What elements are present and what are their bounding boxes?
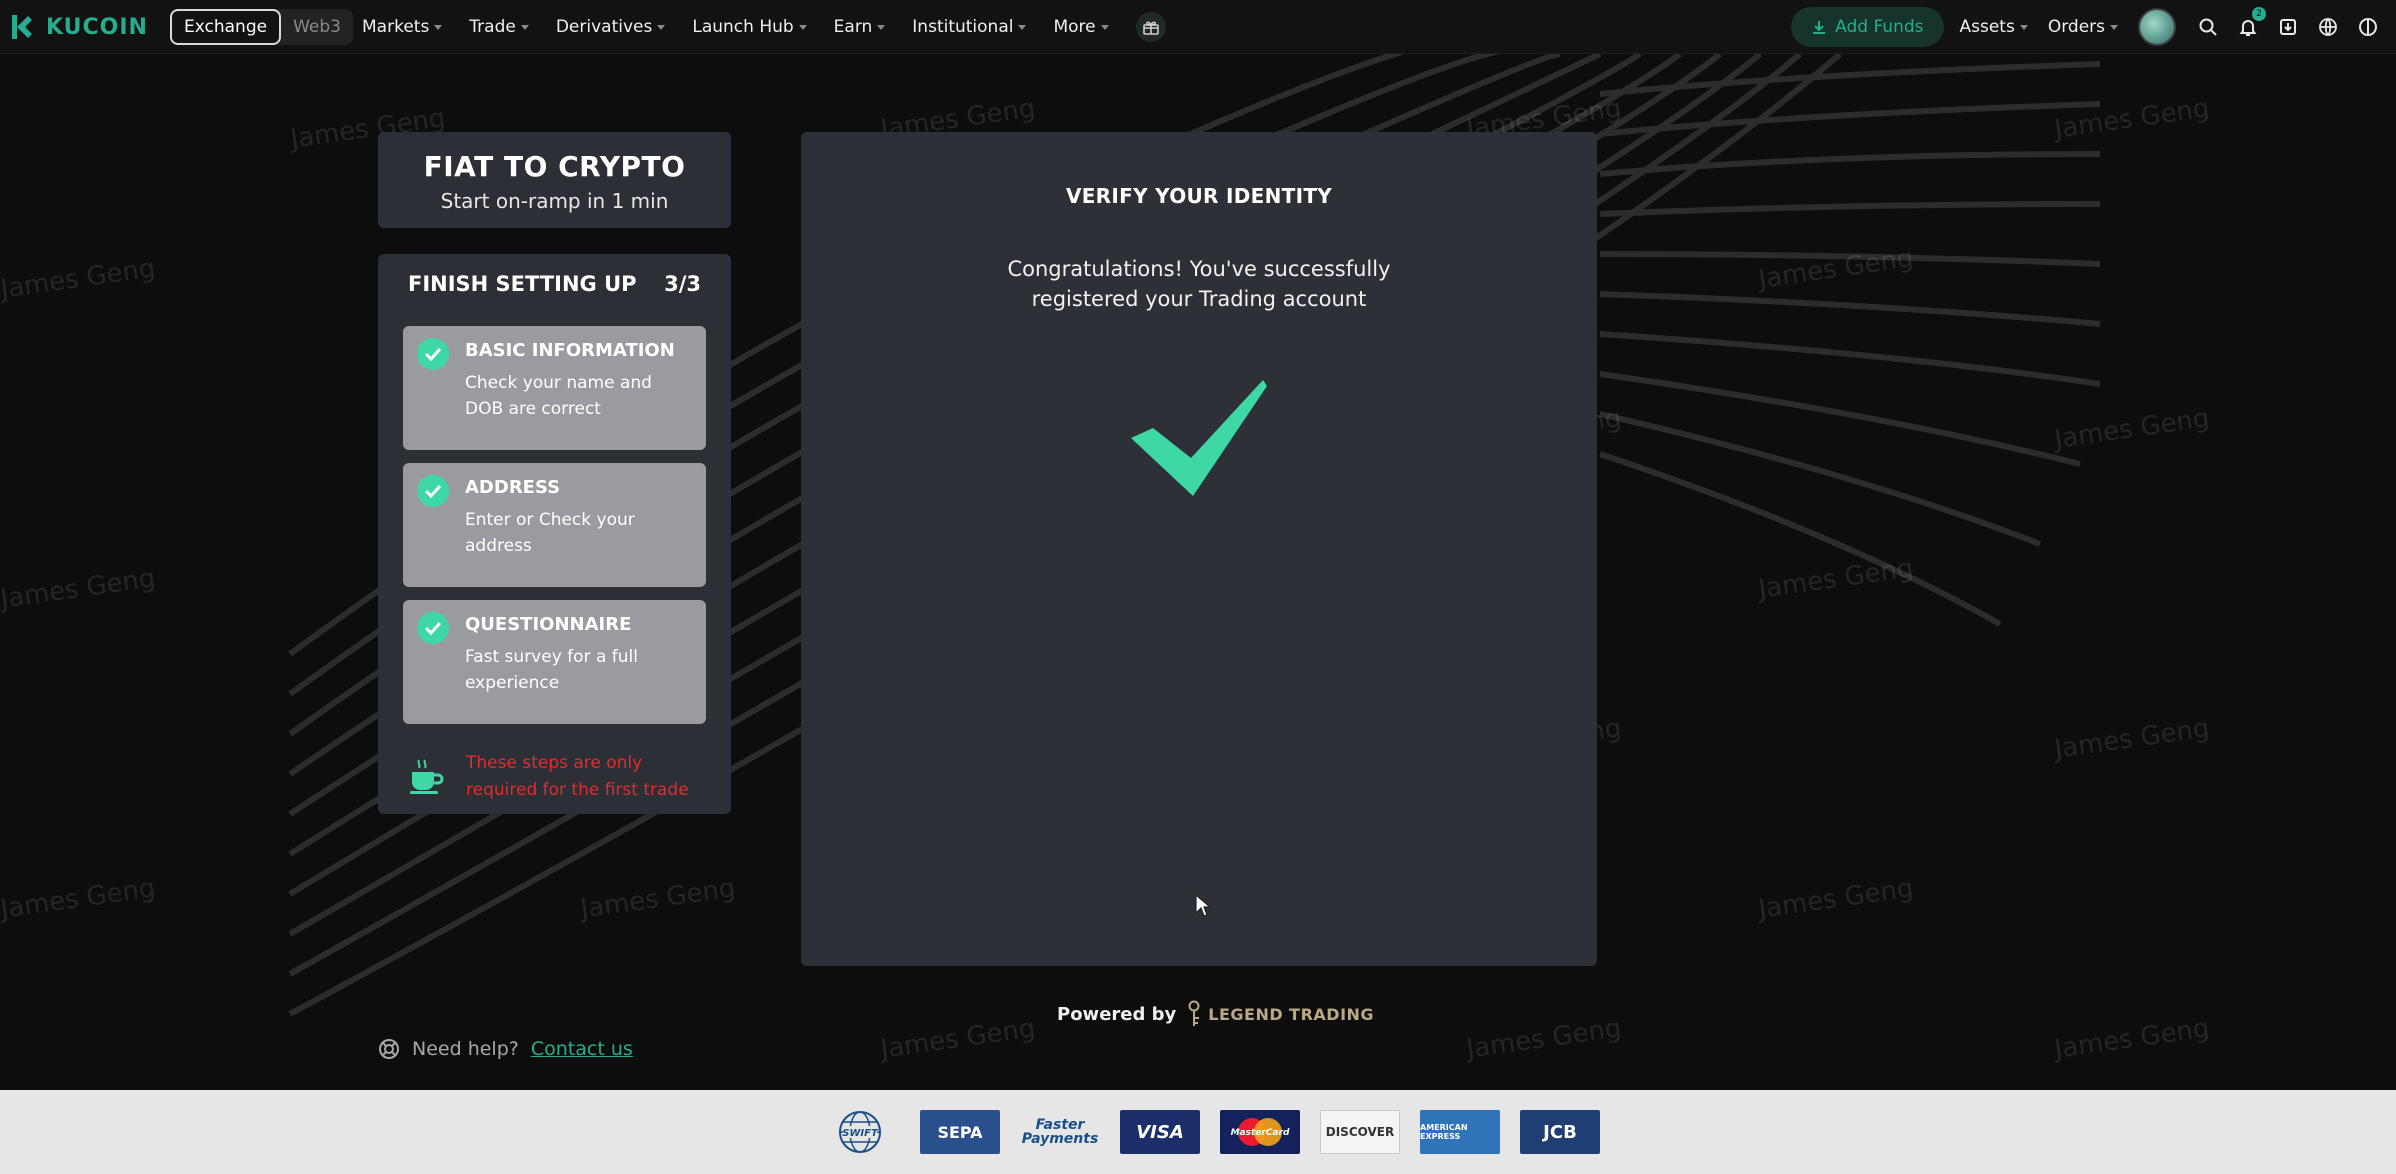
kucoin-logo[interactable]: KUCOIN	[8, 12, 148, 42]
nav-right-actions: Add Funds Assets Orders 2	[1791, 0, 2396, 54]
powered-by-label: Powered by	[1057, 1003, 1177, 1025]
step-description: Check your name and DOB are correct	[465, 373, 652, 419]
nav-institutional-label: Institutional	[912, 17, 1014, 37]
kucoin-logo-icon	[12, 15, 32, 39]
sepa-logo: SEPA	[920, 1110, 1000, 1154]
step-address[interactable]: ADDRESS Enter or Check your address	[403, 463, 706, 587]
fiat-subtitle: Start on-ramp in 1 min	[440, 189, 669, 213]
nav-trade-label: Trade	[469, 17, 516, 37]
mouse-cursor-icon	[1195, 894, 1211, 917]
avatar[interactable]	[2138, 8, 2176, 46]
setup-header: FINISH SETTING UP 3/3	[408, 272, 701, 296]
step-description: Fast survey for a full experience	[465, 647, 638, 693]
chevron-down-icon	[657, 24, 666, 30]
setup-title: FINISH SETTING UP	[408, 272, 637, 296]
nav-launch-hub[interactable]: Launch Hub	[692, 17, 807, 37]
step-description: Enter or Check your address	[465, 510, 635, 556]
contact-us-link[interactable]: Contact us	[531, 1038, 633, 1060]
verify-message-line: registered your Trading account	[1031, 287, 1367, 311]
chevron-down-icon	[520, 24, 529, 30]
chevron-down-icon	[877, 24, 886, 30]
search-icon[interactable]	[2196, 15, 2220, 39]
key-icon	[1188, 1000, 1200, 1026]
mastercard-logo: MasterCard	[1220, 1110, 1300, 1154]
nav-earn[interactable]: Earn	[834, 17, 886, 37]
nav-assets[interactable]: Assets	[1960, 17, 2028, 37]
exchange-web3-switcher: Exchange Web3	[170, 9, 353, 45]
faster-payments-logo: Faster Payments	[1021, 1117, 1099, 1147]
chevron-down-icon	[2019, 24, 2028, 30]
main-menu: Markets Trade Derivatives Launch Hub Ear…	[362, 0, 1166, 54]
check-circle-icon	[417, 338, 449, 370]
powered-by: Powered by LEGEND TRADING	[1057, 1000, 1374, 1028]
nav-assets-label: Assets	[1959, 17, 2015, 37]
legend-trading-logo: LEGEND TRADING	[1186, 1000, 1374, 1028]
setup-progress: 3/3	[664, 272, 701, 296]
verify-title: VERIFY YOUR IDENTITY	[1065, 184, 1333, 208]
chevron-down-icon	[798, 24, 807, 30]
step-title: BASIC INFORMATION	[465, 340, 675, 361]
chevron-down-icon	[434, 24, 443, 30]
nav-trade[interactable]: Trade	[469, 17, 529, 37]
success-check-icon	[1131, 380, 1267, 496]
swift-label: SWIFT	[842, 1128, 879, 1139]
verify-message: Congratulations! You've successfully reg…	[801, 254, 1597, 314]
nav-institutional[interactable]: Institutional	[912, 17, 1027, 37]
nav-derivatives[interactable]: Derivatives	[556, 17, 666, 37]
help-text: Need help?	[412, 1038, 519, 1060]
mastercard-label: MasterCard	[1231, 1128, 1290, 1138]
swift-logo: SWIFT	[820, 1110, 900, 1154]
coffee-cup-icon	[410, 759, 444, 794]
setup-note-text: These steps are only required for the fi…	[466, 753, 689, 800]
finish-setting-up-card: FINISH SETTING UP 3/3 BASIC INFORMATION …	[378, 254, 731, 814]
nav-markets-label: Markets	[362, 17, 430, 37]
chevron-down-icon	[1100, 24, 1109, 30]
nav-more-label: More	[1053, 17, 1096, 37]
nav-earn-label: Earn	[833, 17, 873, 37]
help-section: Need help? Contact us	[378, 1038, 633, 1060]
amex-logo: AMERICAN EXPRESS	[1420, 1110, 1500, 1154]
discover-logo: DISCOVER	[1320, 1110, 1400, 1154]
chevron-down-icon	[1018, 24, 1027, 30]
step-title: QUESTIONNAIRE	[465, 614, 632, 635]
fiat-title: FIAT TO CRYPTO	[423, 150, 686, 183]
add-funds-label: Add Funds	[1835, 17, 1924, 37]
globe-icon[interactable]	[2316, 15, 2340, 39]
payment-methods: SWIFT SEPA Faster Payments VISA MasterCa…	[820, 1110, 1600, 1154]
step-questionnaire[interactable]: QUESTIONNAIRE Fast survey for a full exp…	[403, 600, 706, 724]
visa-logo: VISA	[1120, 1110, 1200, 1154]
step-basic-information[interactable]: BASIC INFORMATION Check your name and DO…	[403, 326, 706, 450]
brand-name: KUCOIN	[46, 14, 148, 40]
nav-orders[interactable]: Orders	[2048, 17, 2118, 37]
gift-icon[interactable]	[1135, 12, 1166, 42]
download-arrow-icon	[1813, 21, 1826, 34]
jcb-logo: JCB	[1520, 1110, 1600, 1154]
web3-tab[interactable]: Web3	[281, 9, 353, 45]
top-navigation: KUCOIN Exchange Web3 Markets Trade Deriv…	[0, 0, 2396, 54]
setup-note: These steps are only required for the fi…	[406, 750, 706, 804]
support-icon	[379, 1039, 399, 1059]
nav-derivatives-label: Derivatives	[555, 17, 653, 37]
notification-count: 2	[2252, 7, 2266, 21]
add-funds-button[interactable]: Add Funds	[1791, 7, 1944, 47]
payment-footer: SWIFT SEPA Faster Payments VISA MasterCa…	[0, 1090, 2396, 1174]
chevron-down-icon	[2110, 24, 2118, 30]
bell-icon[interactable]: 2	[2236, 7, 2266, 39]
check-circle-icon	[417, 475, 449, 507]
download-icon[interactable]	[2276, 15, 2300, 39]
theme-toggle-icon[interactable]	[2356, 15, 2380, 39]
check-circle-icon	[417, 612, 449, 644]
exchange-tab[interactable]: Exchange	[170, 9, 282, 45]
step-title: ADDRESS	[465, 477, 561, 498]
nav-orders-label: Orders	[2047, 17, 2105, 37]
verify-message-line: Congratulations! You've successfully	[1007, 257, 1391, 281]
nav-markets[interactable]: Markets	[362, 17, 443, 37]
nav-launch-hub-label: Launch Hub	[692, 17, 794, 37]
verify-identity-card: VERIFY YOUR IDENTITY Congratulations! Yo…	[801, 132, 1597, 966]
fiat-to-crypto-card: FIAT TO CRYPTO Start on-ramp in 1 min	[378, 132, 731, 228]
partner-name: LEGEND TRADING	[1208, 1004, 1375, 1024]
nav-more[interactable]: More	[1053, 17, 1109, 37]
